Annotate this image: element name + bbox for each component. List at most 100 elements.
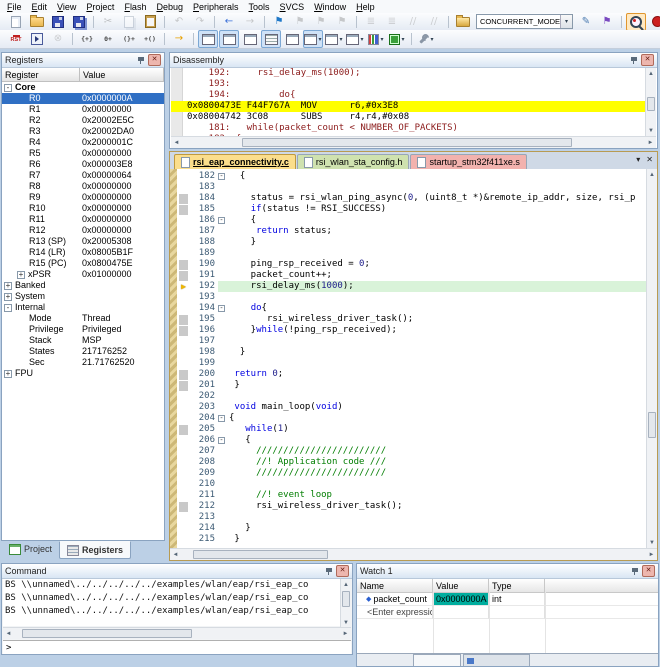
open-file-icon[interactable] <box>27 13 47 31</box>
scroll-up-icon[interactable]: ▲ <box>646 68 656 79</box>
code-line-212[interactable]: 212 rsi_wireless_driver_task(); <box>177 501 646 512</box>
dock-tab-registers[interactable]: Registers <box>59 541 131 559</box>
code-line-205[interactable]: 205 while(1) <box>177 424 646 435</box>
register-row-states[interactable]: States217176252 <box>2 346 164 357</box>
watch-tab-stub-active[interactable] <box>463 654 530 666</box>
code-line-186[interactable]: 186- { <box>177 215 646 226</box>
fold-collapse-icon[interactable]: - <box>218 217 225 224</box>
save-icon[interactable] <box>48 13 68 31</box>
scroll-up-icon[interactable]: ▲ <box>341 579 351 590</box>
command-window-icon[interactable] <box>198 30 218 48</box>
scroll-right-icon[interactable]: ► <box>340 628 351 639</box>
code-line-200[interactable]: 200 return 0; <box>177 369 646 380</box>
code-line-210[interactable]: 210 <box>177 479 646 490</box>
code-line-203[interactable]: 203 void main_loop(void) <box>177 402 646 413</box>
menu-svcs[interactable]: SVCS <box>275 2 310 12</box>
editor-vscroll[interactable]: ▲ ▼ <box>646 169 657 548</box>
register-row-r15-pc-[interactable]: R15 (PC)0x0800475E <box>2 258 164 269</box>
dock-tab-project[interactable]: Project <box>2 541 59 557</box>
disassembly-current-line[interactable]: 0x0800473E F44F767A MOV r6,#0x3E8 <box>171 101 645 112</box>
code-line-194[interactable]: 194- do{ <box>177 303 646 314</box>
code-line-191[interactable]: 191 packet_count++; <box>177 270 646 281</box>
editor-tab-rsi-eap-connectivity-c[interactable]: rsi_eap_connectivity.c <box>174 154 296 169</box>
menu-flash[interactable]: Flash <box>119 2 151 12</box>
register-row-banked[interactable]: +Banked <box>2 280 164 291</box>
code-line-197[interactable]: 197 <box>177 336 646 347</box>
start-stop-debug-icon[interactable] <box>626 13 646 31</box>
register-row-r1[interactable]: R10x00000000 <box>2 104 164 115</box>
register-row-r14-lr-[interactable]: R14 (LR)0x08005B1F <box>2 247 164 258</box>
scroll-thumb[interactable] <box>648 412 656 438</box>
command-input[interactable]: > <box>3 640 351 654</box>
new-file-icon[interactable] <box>6 13 26 31</box>
load-application-icon[interactable]: ⚑ <box>597 13 617 31</box>
code-line-213[interactable]: 213 <box>177 512 646 523</box>
collapse-icon[interactable]: - <box>4 84 12 92</box>
expand-icon[interactable]: + <box>4 282 12 290</box>
fold-collapse-icon[interactable]: - <box>218 437 225 444</box>
dropdown-arrow-icon[interactable]: ▾ <box>380 36 383 43</box>
menu-view[interactable]: View <box>52 2 81 12</box>
register-row-r4[interactable]: R40x2000001C <box>2 137 164 148</box>
register-row-system[interactable]: +System <box>2 291 164 302</box>
editor-tab-rsi-wlan-sta-config-h[interactable]: rsi_wlan_sta_config.h <box>297 154 410 169</box>
close-icon[interactable]: ✕ <box>642 565 655 577</box>
editor-hscroll[interactable]: ◄ ► <box>170 548 657 560</box>
dropdown-arrow-icon[interactable]: ▾ <box>360 36 363 43</box>
code-line-199[interactable]: 199 <box>177 358 646 369</box>
code-line-183[interactable]: 183 <box>177 182 646 193</box>
code-line-195[interactable]: 195 rsi_wireless_driver_task(); <box>177 314 646 325</box>
watch-row-new-expression[interactable]: <Enter expression> <box>357 606 658 619</box>
menu-file[interactable]: File <box>2 2 27 12</box>
navigate-back-icon[interactable]: ← <box>219 13 239 31</box>
disassembly-window-icon[interactable] <box>219 30 239 48</box>
code-line-190[interactable]: 190 ping_rsp_received = 0; <box>177 259 646 270</box>
code-line-192[interactable]: ▶192 rsi_delay_ms(1000); <box>177 281 646 292</box>
run-icon[interactable] <box>27 30 47 48</box>
registers-col-value[interactable]: Value <box>80 68 164 81</box>
tab-close-icon[interactable]: ✕ <box>646 155 653 164</box>
command-vscroll[interactable]: ▲ ▼ <box>340 579 351 628</box>
scroll-left-icon[interactable]: ◄ <box>3 628 14 639</box>
reset-icon[interactable]: RST <box>6 30 26 48</box>
scroll-left-icon[interactable]: ◄ <box>171 137 182 148</box>
debug-toolbox-icon[interactable]: ▾ <box>416 30 436 48</box>
register-row-r12[interactable]: R120x00000000 <box>2 225 164 236</box>
disassembly-content[interactable]: 192: rsi_delay_ms(1000); 193: 194: do{0x… <box>171 68 645 136</box>
dropdown-arrow-icon[interactable]: ▾ <box>401 36 404 43</box>
register-row-r0[interactable]: R00x0000000A <box>2 93 164 104</box>
scroll-right-icon[interactable]: ► <box>646 549 657 560</box>
call-stack-window-icon[interactable] <box>282 30 302 48</box>
disassembly-line[interactable]: 194: do{ <box>171 90 645 101</box>
code-line-215[interactable]: 215 } <box>177 534 646 545</box>
expand-icon[interactable]: + <box>4 370 12 378</box>
code-line-188[interactable]: 188 } <box>177 237 646 248</box>
step-icon[interactable]: {+} <box>77 30 97 48</box>
register-row-core[interactable]: -Core <box>2 82 164 93</box>
menu-help[interactable]: Help <box>351 2 380 12</box>
watch-row-packet-count[interactable]: ◆packet_count0x0000000Aint <box>357 593 658 606</box>
bookmark-icon[interactable]: ⚑ <box>269 13 289 31</box>
registers-window-icon[interactable] <box>261 30 281 48</box>
code-line-182[interactable]: 182- { <box>177 171 646 182</box>
watch-window-icon[interactable]: ▾ <box>303 30 323 48</box>
system-viewer-icon[interactable]: ▾ <box>387 30 407 48</box>
register-row-internal[interactable]: -Internal <box>2 302 164 313</box>
code-line-214[interactable]: 214 } <box>177 523 646 534</box>
watch-col-value[interactable]: Value <box>433 579 489 592</box>
code-line-208[interactable]: 208 //! Application code /// <box>177 457 646 468</box>
scroll-thumb[interactable] <box>22 629 192 638</box>
menu-debug[interactable]: Debug <box>151 2 188 12</box>
command-output[interactable]: BS \\unnamed\../../../../../examples/wla… <box>3 579 340 626</box>
pin-icon[interactable] <box>324 566 333 576</box>
pin-icon[interactable] <box>136 55 145 65</box>
code-line-198[interactable]: 198 } <box>177 347 646 358</box>
menu-edit[interactable]: Edit <box>27 2 53 12</box>
scroll-thumb[interactable] <box>342 591 350 607</box>
scroll-left-icon[interactable]: ◄ <box>170 549 181 560</box>
register-row-privilege[interactable]: PrivilegePrivileged <box>2 324 164 335</box>
code-line-189[interactable]: 189 <box>177 248 646 259</box>
code-line-204[interactable]: 204-{ <box>177 413 646 424</box>
tab-list-dropdown-icon[interactable]: ▾ <box>636 155 640 164</box>
register-row-xpsr[interactable]: +xPSR0x01000000 <box>2 269 164 280</box>
